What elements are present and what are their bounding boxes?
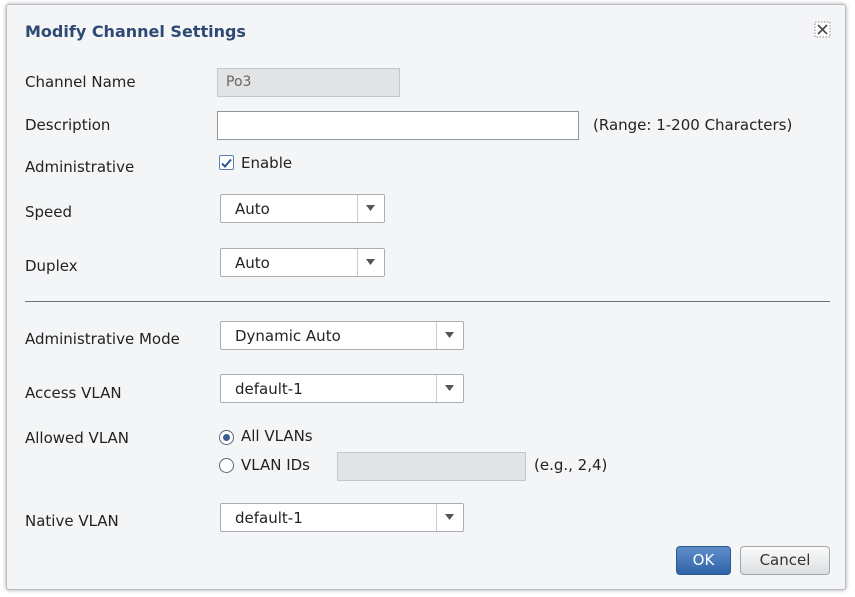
enable-checkbox[interactable] [219, 155, 234, 170]
admin-mode-select[interactable]: Dynamic Auto [220, 321, 464, 350]
admin-mode-select-value: Dynamic Auto [235, 327, 341, 345]
access-vlan-label: Access VLAN [25, 384, 122, 402]
duplex-select[interactable]: Auto [220, 248, 385, 277]
vlan-ids-example-hint: (e.g., 2,4) [534, 456, 608, 474]
channel-name-field: Po3 [217, 68, 400, 97]
description-label: Description [25, 116, 111, 134]
vlan-ids-radio-label: VLAN IDs [241, 456, 311, 474]
speed-select-value: Auto [235, 200, 270, 218]
cancel-button[interactable]: Cancel [740, 546, 830, 575]
checkmark-icon [221, 158, 232, 168]
native-vlan-label: Native VLAN [25, 512, 119, 530]
allowed-vlan-label: Allowed VLAN [25, 429, 130, 447]
dialog-title: Modify Channel Settings [25, 22, 246, 41]
all-vlans-radio-label: All VLANs [241, 427, 313, 445]
administrative-label: Administrative [25, 158, 135, 176]
chevron-down-icon[interactable] [357, 249, 384, 276]
native-vlan-select[interactable]: default-1 [220, 503, 464, 532]
radio-selected-dot [223, 434, 230, 441]
access-vlan-select-value: default-1 [235, 380, 303, 398]
ok-button[interactable]: OK [676, 546, 731, 575]
duplex-select-value: Auto [235, 254, 270, 272]
chevron-down-icon[interactable] [436, 375, 463, 402]
chevron-down-icon[interactable] [357, 195, 384, 222]
admin-mode-label: Administrative Mode [25, 330, 180, 348]
channel-name-label: Channel Name [25, 73, 136, 91]
speed-select[interactable]: Auto [220, 194, 385, 223]
description-input[interactable] [217, 111, 579, 140]
enable-checkbox-label: Enable [241, 154, 293, 172]
native-vlan-select-value: default-1 [235, 509, 303, 527]
duplex-label: Duplex [25, 257, 78, 275]
speed-label: Speed [25, 203, 73, 221]
all-vlans-radio[interactable] [219, 430, 234, 445]
modify-channel-dialog: Modify Channel Settings Channel Name Po3… [6, 4, 846, 590]
section-divider [25, 301, 830, 302]
access-vlan-select[interactable]: default-1 [220, 374, 464, 403]
chevron-down-icon[interactable] [436, 322, 463, 349]
vlan-ids-radio[interactable] [219, 458, 234, 473]
close-icon[interactable] [814, 21, 831, 38]
description-range-hint: (Range: 1-200 Characters) [593, 116, 793, 134]
vlan-ids-input [337, 452, 526, 481]
chevron-down-icon[interactable] [436, 504, 463, 531]
